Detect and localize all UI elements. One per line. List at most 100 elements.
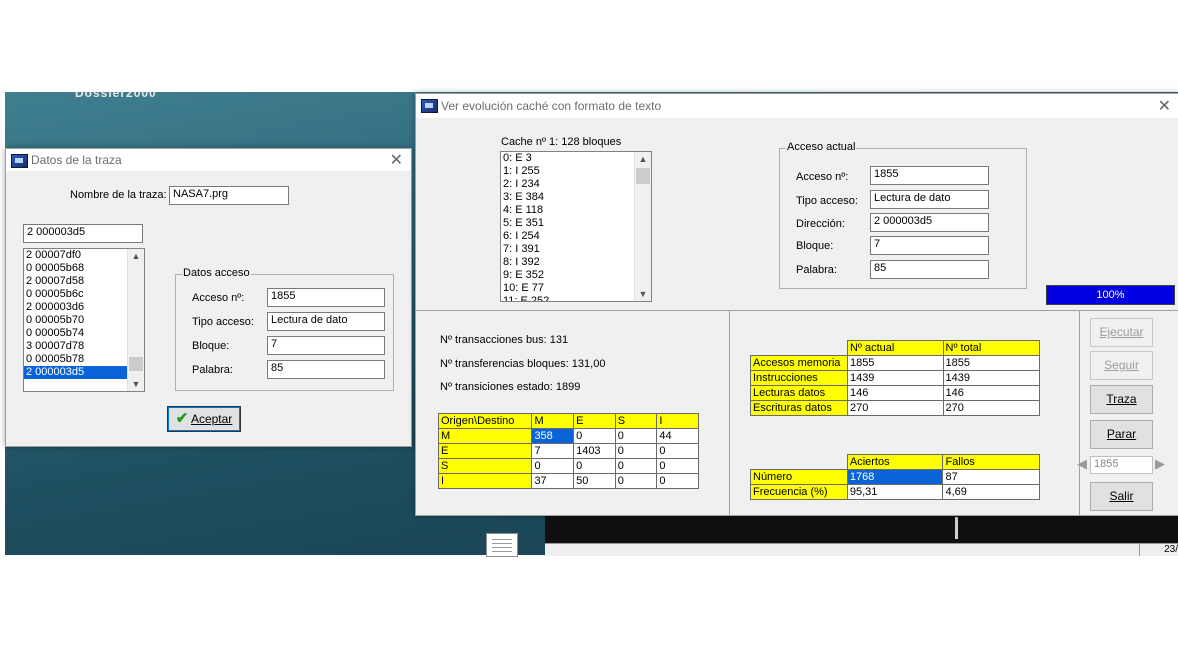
current-address-field[interactable]: 2 000003d5 xyxy=(870,213,989,232)
step-value-field[interactable]: 1855 xyxy=(1090,456,1153,474)
progress-bar: 100% xyxy=(1046,285,1175,305)
pane-divider xyxy=(729,311,730,515)
list-item[interactable]: 0 00005b6c xyxy=(24,288,144,301)
table-cell[interactable]: 7 xyxy=(531,443,575,459)
exit-button-label: Salir xyxy=(1109,489,1134,503)
document-icon[interactable] xyxy=(486,533,518,557)
list-item[interactable]: 3 00007d78 xyxy=(24,340,144,353)
table-cell[interactable]: 146 xyxy=(942,385,1041,401)
cache-listbox[interactable]: 0: E 3 1: I 255 2: I 234 3: E 384 4: E 118 5:… xyxy=(500,151,652,302)
list-item[interactable]: 2 00007df0 xyxy=(24,249,144,262)
list-item[interactable]: 3: E 384 xyxy=(501,191,651,204)
list-item[interactable]: 0 00005b68 xyxy=(24,262,144,275)
table-cell[interactable]: 0 xyxy=(614,428,658,444)
list-item[interactable]: 11: E 252 xyxy=(501,295,651,301)
row-header: Número xyxy=(750,469,848,485)
list-item[interactable]: 9: E 352 xyxy=(501,269,651,282)
list-item[interactable]: 8: I 392 xyxy=(501,256,651,269)
current-access-type-field[interactable]: Lectura de dato xyxy=(870,190,989,209)
trace-window-titlebar[interactable]: Datos de la traza ✕ xyxy=(6,149,411,171)
list-item[interactable]: 2 000003d5 xyxy=(24,366,144,379)
access-type-field[interactable]: Lectura de dato xyxy=(267,312,385,331)
table-cell[interactable]: 0 xyxy=(656,473,699,489)
list-item[interactable]: 1: I 255 xyxy=(501,165,651,178)
table-cell[interactable]: 1403 xyxy=(573,443,616,459)
list-item[interactable]: 6: I 254 xyxy=(501,230,651,243)
table-cell[interactable]: 95,31 xyxy=(846,484,944,500)
app-icon xyxy=(421,99,438,113)
execute-button[interactable]: Ejecutar xyxy=(1090,318,1153,347)
table-cell[interactable]: 44 xyxy=(656,428,699,444)
current-word-field[interactable]: 85 xyxy=(870,260,989,279)
block-field[interactable]: 7 xyxy=(267,336,385,355)
table-cell[interactable]: 270 xyxy=(942,400,1041,416)
table-cell[interactable]: 0 xyxy=(614,443,658,459)
list-item[interactable]: 0 00005b74 xyxy=(24,327,144,340)
scroll-thumb[interactable] xyxy=(636,168,650,184)
column-header: Aciertos xyxy=(846,454,944,470)
cache-window-titlebar[interactable]: Ver evolución caché con formato de texto… xyxy=(416,94,1178,118)
trace-name-field[interactable]: NASA7.prg xyxy=(169,186,289,205)
word-field[interactable]: 85 xyxy=(267,360,385,379)
table-cell[interactable]: 1855 xyxy=(846,355,944,371)
table-header-row: Nº actual Nº total xyxy=(750,340,1041,356)
list-item[interactable]: 7: I 391 xyxy=(501,243,651,256)
table-cell[interactable]: 4,69 xyxy=(942,484,1040,500)
exit-button[interactable]: Salir xyxy=(1090,482,1153,511)
address-list-scrollbar[interactable]: ▲ ▼ xyxy=(127,249,144,391)
table-cell[interactable]: 1439 xyxy=(846,370,944,386)
table-cell[interactable]: 1439 xyxy=(942,370,1041,386)
column-header: M xyxy=(531,413,575,429)
trace-button[interactable]: Traza xyxy=(1090,385,1153,414)
list-item[interactable]: 10: E 77 xyxy=(501,282,651,295)
access-data-group: Datos acceso Acceso nº: 1855 Tipo acceso… xyxy=(175,267,394,391)
address-field[interactable]: 2 000003d5 xyxy=(23,224,143,243)
scroll-up-icon[interactable]: ▲ xyxy=(128,249,144,263)
close-icon[interactable]: ✕ xyxy=(390,150,403,170)
scroll-down-icon[interactable]: ▼ xyxy=(635,287,651,301)
step-right-icon[interactable]: ▶ xyxy=(1155,456,1165,472)
table-cell[interactable]: 0 xyxy=(656,458,699,474)
access-number-field[interactable]: 1855 xyxy=(267,288,385,307)
address-listbox[interactable]: 2 00007df0 0 00005b68 2 00007d58 0 00005b6c… xyxy=(23,248,145,392)
row-header: Frecuencia (%) xyxy=(750,484,848,500)
continue-button[interactable]: Seguir xyxy=(1090,351,1153,380)
table-cell[interactable]: 0 xyxy=(656,443,699,459)
table-cell[interactable]: 270 xyxy=(846,400,944,416)
table-cell[interactable]: 50 xyxy=(573,473,616,489)
scroll-up-icon[interactable]: ▲ xyxy=(635,152,651,166)
row-header: Instrucciones xyxy=(750,370,848,386)
scroll-thumb[interactable] xyxy=(129,357,143,371)
cache-label: Cache nº 1: 128 bloques xyxy=(501,136,622,148)
table-row: S0000 xyxy=(437,458,699,474)
stop-button[interactable]: Parar xyxy=(1090,420,1153,449)
field-label: Tipo acceso: xyxy=(192,316,254,328)
cache-evolution-window: Ver evolución caché con formato de texto… xyxy=(415,93,1178,516)
accept-button[interactable]: ✔ Aceptar xyxy=(167,406,241,432)
table-cell[interactable]: 0 xyxy=(573,428,616,444)
step-left-icon[interactable]: ◀ xyxy=(1077,456,1087,472)
table-cell[interactable]: 0 xyxy=(573,458,616,474)
table-cell[interactable]: 37 xyxy=(531,473,575,489)
table-cell[interactable]: 0 xyxy=(614,473,658,489)
list-item[interactable]: 0 00005b70 xyxy=(24,314,144,327)
list-item[interactable]: 4: E 118 xyxy=(501,204,651,217)
list-item[interactable]: 0: E 3 xyxy=(501,152,651,165)
current-access-number-field[interactable]: 1855 xyxy=(870,166,989,185)
current-block-field[interactable]: 7 xyxy=(870,236,989,255)
table-cell[interactable]: 1768 xyxy=(846,469,944,485)
list-item[interactable]: 5: E 351 xyxy=(501,217,651,230)
table-cell[interactable]: 146 xyxy=(846,385,944,401)
table-cell[interactable]: 0 xyxy=(531,458,575,474)
list-item[interactable]: 2 00007d58 xyxy=(24,275,144,288)
table-cell[interactable]: 0 xyxy=(614,458,658,474)
cache-list-scrollbar[interactable]: ▲ ▼ xyxy=(634,152,651,301)
list-item[interactable]: 0 00005b78 xyxy=(24,353,144,366)
table-cell[interactable]: 87 xyxy=(942,469,1040,485)
table-cell[interactable]: 1855 xyxy=(942,355,1041,371)
scroll-down-icon[interactable]: ▼ xyxy=(128,377,144,391)
list-item[interactable]: 2: I 234 xyxy=(501,178,651,191)
list-item[interactable]: 2 000003d6 xyxy=(24,301,144,314)
close-icon[interactable]: ✕ xyxy=(1158,96,1171,116)
table-cell[interactable]: 358 xyxy=(531,428,575,444)
